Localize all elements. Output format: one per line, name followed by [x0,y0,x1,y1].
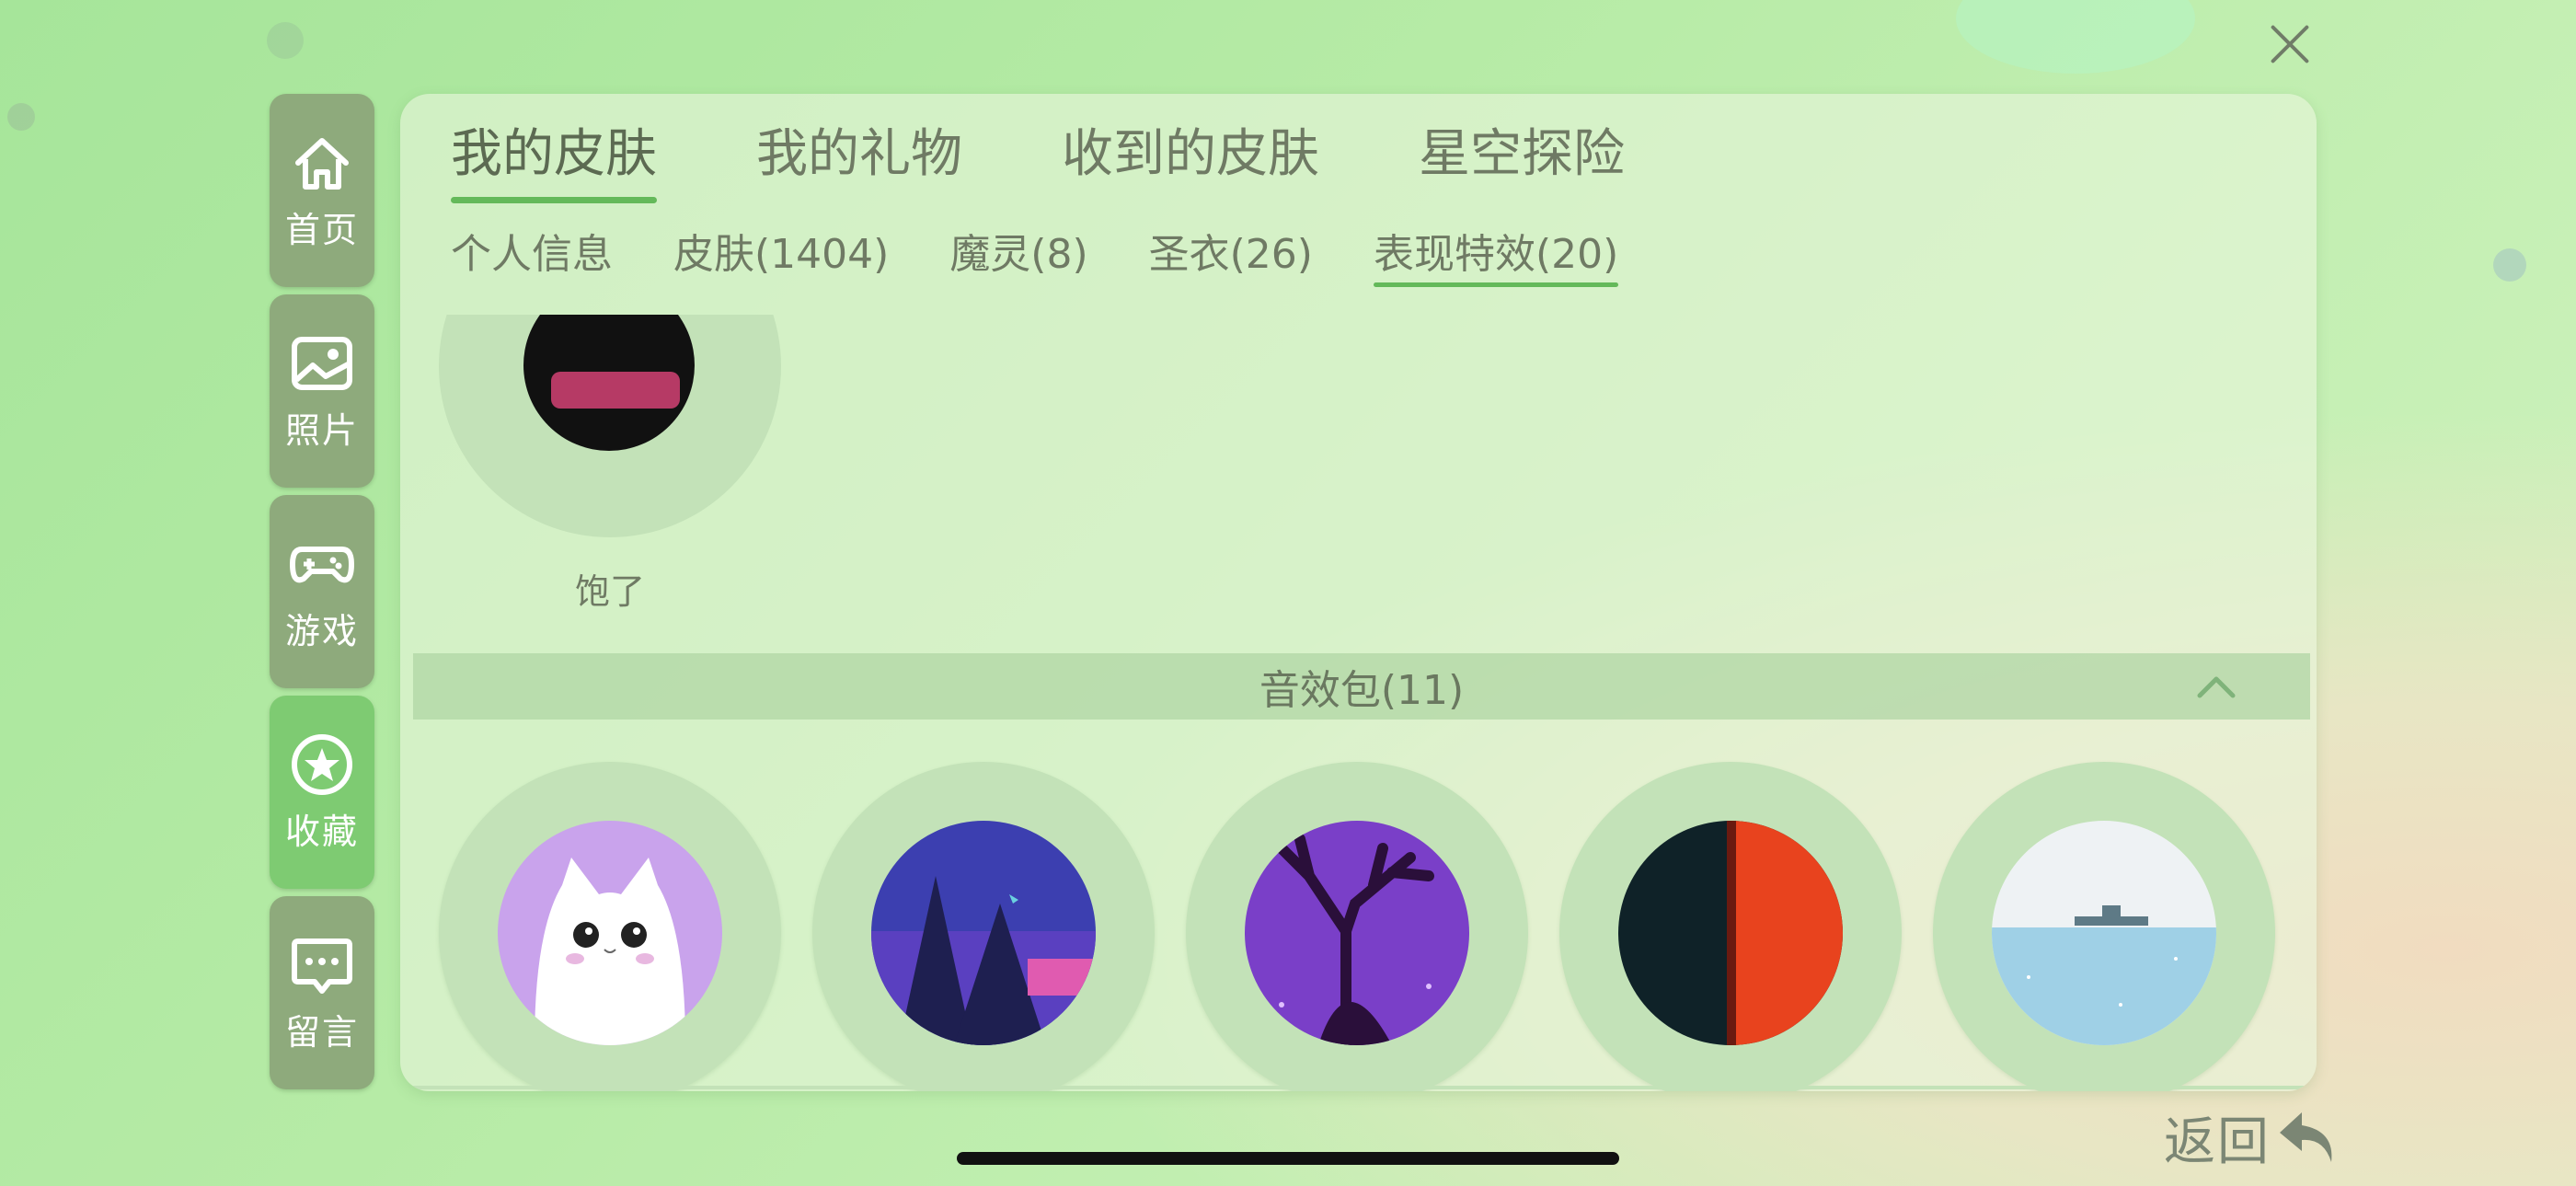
background-bubble [267,22,304,59]
star-icon [292,733,352,795]
sound-pack-item[interactable] [812,762,1155,1091]
sidebar-item-label: 留言 [284,1011,359,1053]
tab-my-skins[interactable]: 我的皮肤 [451,112,657,203]
effect-item-label: 饱了 [574,571,645,612]
sound-pack-item[interactable] [1186,762,1528,1091]
sound-pack-item[interactable] [439,762,781,1091]
content-panel: 我的皮肤 我的礼物 收到的皮肤 星空探险 个人信息 皮肤(1404) 魔灵(8)… [400,94,2317,1091]
sidebar-item-messages[interactable]: 留言 [270,896,374,1089]
subtab-spirits[interactable]: 魔灵(8) [949,221,1087,287]
background-bubble [1956,0,2195,74]
effect-item[interactable] [439,315,781,537]
photo-icon [292,336,352,390]
deer-artwork [1245,821,1469,1045]
sidebar-item-favorites[interactable]: 收藏 [270,696,374,889]
sea-ship-artwork [1992,821,2216,1045]
effect-thumbnail [523,315,695,451]
back-label: 返回 [2164,1112,2271,1172]
sidebar-item-games[interactable]: 游戏 [270,495,374,688]
subtab-personal-info[interactable]: 个人信息 [451,221,613,287]
tab-received-skins[interactable]: 收到的皮肤 [1062,112,1319,203]
background-bubble [2493,248,2526,282]
sidebar-item-label: 游戏 [284,610,359,651]
return-arrow-icon [2280,1111,2332,1162]
effects-list[interactable]: 饱了 音效包(11) [400,315,2317,1091]
section-header-sound-packs[interactable]: 音效包(11) [413,653,2310,720]
sound-pack-item[interactable] [1933,762,2275,1091]
split-color-artwork [1618,821,1843,1045]
chevron-up-icon[interactable] [2196,672,2237,699]
sidebar-item-photos[interactable]: 照片 [270,294,374,488]
subtab-armor[interactable]: 圣衣(26) [1149,221,1313,287]
message-icon [292,938,352,994]
tab-star-adventure[interactable]: 星空探险 [1419,112,1625,203]
subtab-skins[interactable]: 皮肤(1404) [673,221,889,287]
forest-artwork [871,821,1096,1045]
sidebar-item-label: 首页 [284,209,359,250]
sub-tabs: 个人信息 皮肤(1404) 魔灵(8) 圣衣(26) 表现特效(20) [451,221,1679,287]
sound-pack-item[interactable] [1559,762,1902,1091]
sound-pack-row [439,762,2275,1091]
home-icon [295,137,349,190]
background-bubble [7,103,35,131]
close-icon[interactable] [2261,17,2317,72]
sidebar-item-label: 照片 [284,409,359,451]
back-button[interactable]: 返回 [2164,1100,2339,1175]
main-tabs: 我的皮肤 我的礼物 收到的皮肤 星空探险 [451,112,1724,203]
subtab-effects[interactable]: 表现特效(20) [1373,221,1619,287]
sidebar: 首页 照片 游戏 收藏 留言 [270,94,374,1097]
sidebar-item-label: 收藏 [284,811,359,852]
tab-my-gifts[interactable]: 我的礼物 [756,112,962,203]
section-title: 音效包(11) [1259,667,1465,714]
cat-artwork [498,821,722,1045]
list-divider [413,1086,2310,1089]
sidebar-item-home[interactable]: 首页 [270,94,374,287]
home-indicator[interactable] [957,1152,1619,1165]
gamepad-icon [290,546,354,582]
